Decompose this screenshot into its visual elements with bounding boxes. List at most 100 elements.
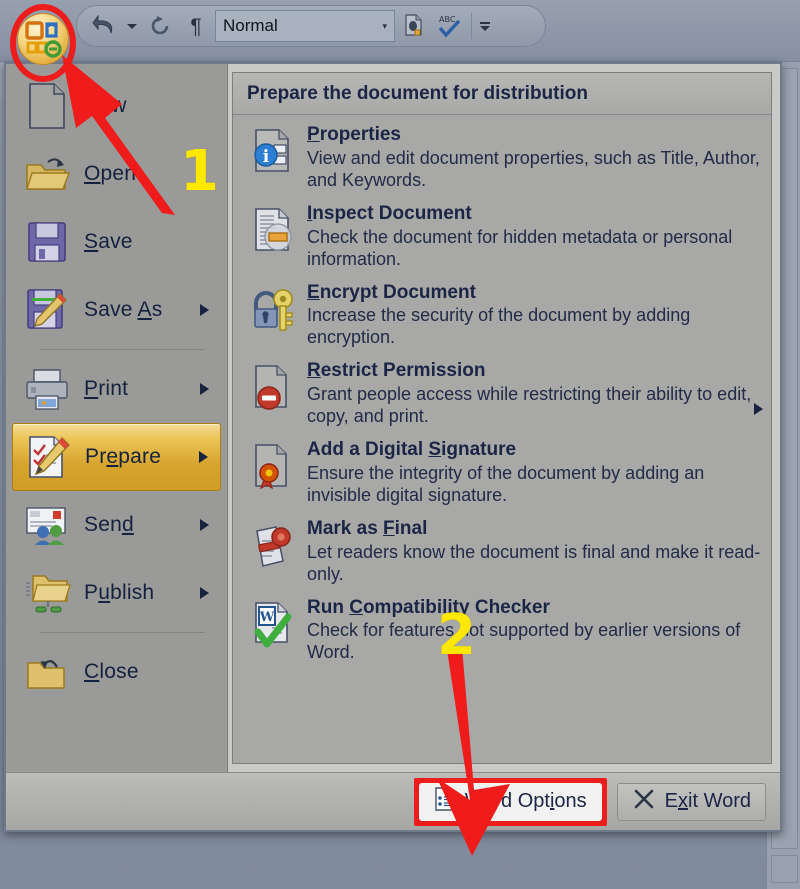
menu-item-prepare[interactable]: Prepare: [12, 423, 221, 491]
panel-item-text: Inspect Document Check the document for …: [303, 203, 761, 271]
inspect-document-icon-svg: [255, 207, 292, 251]
panel-item-text: Encrypt Document Increase the security o…: [303, 282, 761, 350]
menu-item-save[interactable]: Save: [12, 208, 221, 276]
floppy-disk-icon-svg: [28, 222, 66, 262]
office-menu-footer: Word Options Exit Word: [6, 772, 780, 830]
menu-item-label: Open: [84, 162, 137, 185]
submenu-arrow-icon: [200, 304, 209, 316]
menu-separator: [40, 349, 205, 350]
panel-item-text: Mark as Final Let readers know the docum…: [303, 518, 761, 586]
panel-item-description: View and edit document properties, such …: [307, 147, 760, 190]
menu-item-save-as[interactable]: Save As: [12, 276, 221, 344]
panel-item-title: Mark as Final: [307, 517, 428, 539]
prepare-submenu-panel: Prepare the document for distribution i: [232, 72, 772, 764]
menu-item-print[interactable]: Print: [12, 355, 221, 423]
panel-item-title: Properties: [307, 124, 401, 145]
menu-separator: [40, 632, 205, 633]
panel-item-encrypt-document[interactable]: Encrypt Document Increase the security o…: [233, 279, 771, 358]
compatibility-checker-icon: W: [245, 597, 303, 651]
panel-item-run-compatibility-checker[interactable]: W Run Compatibility Checker Check for fe…: [233, 594, 771, 673]
document-lower-edge: [771, 855, 798, 883]
step-number-two: 2: [437, 603, 476, 668]
redo-icon[interactable]: [143, 10, 177, 42]
panel-item-description: Check for features not supported by earl…: [307, 620, 741, 663]
menu-item-new[interactable]: New: [12, 72, 221, 140]
panel-item-title: Run Compatibility Checker: [307, 596, 550, 618]
print-preview-icon[interactable]: [397, 10, 431, 42]
panel-item-title: Inspect Document: [307, 202, 472, 224]
lock-key-icon-svg: [254, 288, 293, 331]
office-button[interactable]: [6, 4, 78, 82]
exit-word-label: Exit Word: [664, 790, 751, 812]
chevron-down-icon-svg: [127, 24, 137, 29]
compatibility-checker-icon-svg: W: [254, 601, 292, 647]
panel-item-properties[interactable]: i Properties View and edit document prop…: [233, 121, 771, 200]
floppy-disk-icon: [20, 217, 74, 267]
word-options-button[interactable]: Word Options: [418, 782, 602, 821]
panel-item-inspect-document[interactable]: Inspect Document Check the document for …: [233, 200, 771, 279]
menu-item-close[interactable]: Close: [12, 638, 221, 706]
pilcrow-icon[interactable]: ¶: [179, 10, 213, 42]
menu-item-label: Save As: [84, 298, 163, 321]
svg-text:i: i: [263, 147, 270, 167]
submenu-arrow-icon: [200, 587, 209, 599]
restrict-permission-icon-svg: [255, 365, 287, 411]
inspect-document-icon: [245, 203, 303, 257]
open-folder-icon-svg: [26, 158, 70, 190]
spell-check-icon-svg: ABC: [438, 15, 461, 38]
undo-icon[interactable]: [87, 10, 121, 42]
style-selector-value: Normal: [223, 16, 278, 35]
chevron-double-down-icon[interactable]: [476, 10, 494, 42]
floppy-disk-pencil-icon-svg: [27, 289, 67, 329]
document-properties-icon: i: [245, 124, 303, 178]
menu-item-label: New: [84, 94, 127, 117]
menu-item-send[interactable]: Send: [12, 491, 221, 559]
panel-item-description: Ensure the integrity of the document by …: [307, 462, 705, 505]
panel-item-title: Encrypt Document: [307, 281, 476, 303]
prepare-document-icon-svg: [29, 436, 70, 478]
panel-item-description: Check the document for hidden metadata o…: [307, 226, 733, 269]
office-orb-icon: [17, 13, 69, 65]
document-properties-icon-svg: i: [254, 129, 289, 172]
new-document-icon-svg: [29, 83, 65, 129]
panel-item-mark-as-final[interactable]: Mark as Final Let readers know the docum…: [233, 515, 771, 594]
office-menu-body: New Open Save Save As Print Prepare Send…: [6, 64, 780, 772]
mark-as-final-icon: [245, 518, 303, 572]
word-options-icon: [434, 786, 456, 817]
close-folder-icon-svg: [27, 660, 65, 689]
undo-icon-svg: [92, 15, 113, 34]
send-envelope-icon: [20, 500, 74, 550]
exit-word-button[interactable]: Exit Word: [616, 782, 766, 821]
panel-item-add-digital-signature[interactable]: Add a Digital Signature Ensure the integ…: [233, 436, 771, 515]
panel-item-text: Run Compatibility Checker Check for feat…: [303, 597, 761, 665]
prepare-options-list: i Properties View and edit document prop…: [233, 115, 771, 763]
chevron-down-icon[interactable]: [123, 10, 141, 42]
menu-item-publish[interactable]: Publish: [12, 559, 221, 627]
step-number-one: 1: [180, 139, 219, 204]
style-selector[interactable]: Normal ▾: [215, 10, 395, 42]
close-folder-icon: [20, 647, 74, 697]
digital-signature-icon: [245, 439, 303, 493]
panel-item-text: Restrict Permission Grant people access …: [303, 360, 761, 428]
redo-icon-svg: [151, 16, 169, 35]
restrict-permission-icon: [245, 360, 303, 414]
printer-icon-svg: [26, 369, 68, 410]
floppy-disk-pencil-icon: [20, 285, 74, 335]
panel-item-title: Add a Digital Signature: [307, 439, 517, 460]
panel-item-description: Grant people access while restricting th…: [307, 384, 752, 427]
menu-item-label: Prepare: [85, 445, 162, 468]
panel-item-title: Restrict Permission: [307, 360, 486, 382]
panel-item-restrict-permission[interactable]: Restrict Permission Grant people access …: [233, 357, 771, 436]
panel-item-text: Properties View and edit document proper…: [303, 124, 761, 192]
lock-key-icon: [245, 282, 303, 336]
publish-folder-icon-svg: [26, 575, 71, 613]
panel-item-text: Add a Digital Signature Ensure the integ…: [303, 439, 761, 507]
svg-text:W: W: [259, 610, 275, 625]
pilcrow-glyph: ¶: [190, 14, 202, 38]
spell-check-icon[interactable]: ABC: [433, 10, 467, 42]
panel-item-description: Increase the security of the document by…: [307, 305, 691, 348]
menu-item-label: Close: [84, 660, 139, 683]
quick-access-toolbar: ¶ Normal ▾ ABC: [76, 5, 546, 47]
chevron-down-icon[interactable]: ▾: [382, 21, 387, 32]
submenu-arrow-icon: [199, 451, 208, 463]
